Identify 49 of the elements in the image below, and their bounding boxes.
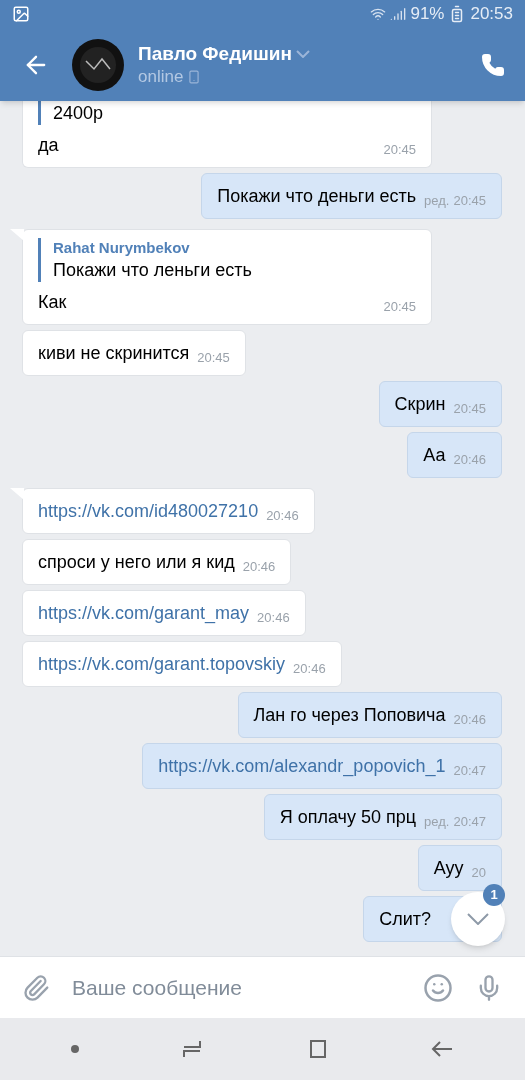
message-text: Слит? (379, 908, 431, 931)
message-text: Я оплачу 50 прц (279, 806, 417, 829)
emoji-icon[interactable] (423, 972, 453, 1003)
message-text: спроси у него или я кид (38, 551, 235, 574)
image-icon (12, 5, 30, 23)
signal-icon (390, 6, 407, 22)
quoted-text: 2400р (53, 102, 105, 125)
quote-author: Rahat Nurymbekov (53, 238, 191, 258)
message-time: 20:46 (242, 558, 276, 576)
battery-percent: 91% (410, 3, 445, 26)
phone-device-icon (187, 69, 202, 84)
message-time: 20:45 (197, 349, 230, 367)
message-time: 20:45 (453, 400, 486, 418)
message-time: 20:47 (453, 762, 486, 780)
message-input[interactable]: Ваше сообщение (72, 971, 401, 1004)
message-time: 20:47 (453, 813, 486, 831)
composer-bar[interactable]: Ваше сообщение (0, 956, 525, 1018)
attach-icon[interactable] (22, 973, 50, 1002)
message-time: 20:46 (257, 609, 290, 627)
message-time: 20:46 (293, 660, 326, 678)
message-text: Покажи что деньги есть (217, 185, 417, 208)
message-text: киви не скринится (38, 342, 190, 365)
contact-name[interactable]: Павло Федишин (138, 41, 292, 66)
message-text: Лан го через Поповича (253, 704, 446, 727)
message-text: Как (38, 291, 67, 314)
clock: 20:53 (470, 3, 513, 26)
call-button[interactable] (481, 52, 505, 77)
message-link[interactable]: https://vk.com/garant.topovskiy (38, 650, 286, 678)
message-time: 20:46 (453, 711, 486, 729)
message-text: да (38, 134, 59, 157)
quoted-text: Покажи что леньги есть (53, 259, 253, 282)
message-time: 20:46 (266, 507, 299, 525)
wifi-icon (370, 6, 387, 22)
message-time: 20:45 (453, 192, 486, 210)
edited-label: ред. (424, 813, 450, 831)
chevron-down-icon (295, 49, 310, 58)
message-text: Аа (423, 444, 446, 467)
message-text: Ауу (433, 857, 464, 880)
message-time: 20 (471, 864, 486, 882)
edited-label: ред. (424, 192, 450, 210)
message-time: 20:46 (453, 451, 486, 469)
message-time: 20:45 (383, 141, 416, 159)
message-link[interactable]: https://vk.com/id480027210 (38, 497, 259, 525)
message-text: Скрин (394, 393, 446, 416)
chevron-down-icon (467, 913, 489, 925)
message-link[interactable]: https://vk.com/alexandr_popovich_1 (158, 752, 446, 780)
online-status: online (138, 65, 184, 88)
message-link[interactable]: https://vk.com/garant_may (38, 599, 250, 627)
message-time: 20:45 (383, 298, 416, 316)
